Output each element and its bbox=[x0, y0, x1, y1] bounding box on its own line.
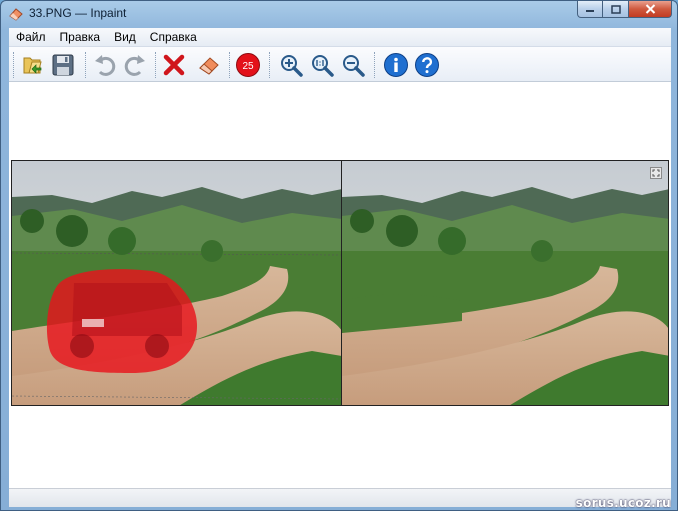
zoom-out-icon bbox=[343, 55, 365, 77]
red-x-icon bbox=[163, 54, 185, 76]
toolbar: 25 bbox=[9, 46, 671, 82]
eraser-icon bbox=[199, 57, 219, 75]
info-icon bbox=[384, 53, 408, 77]
help-button[interactable] bbox=[413, 51, 441, 79]
app-window: 33.PNG — Inpaint Файл Правка Вид Справка bbox=[0, 0, 678, 511]
close-button[interactable] bbox=[629, 1, 672, 18]
info-button[interactable] bbox=[382, 51, 410, 79]
result-image[interactable] bbox=[341, 160, 669, 406]
redo-button[interactable] bbox=[121, 51, 149, 79]
original-image[interactable] bbox=[11, 160, 341, 406]
menu-file[interactable]: Файл bbox=[9, 30, 53, 44]
canvas-area[interactable] bbox=[9, 82, 671, 488]
landscape-photo-original bbox=[12, 161, 341, 405]
redo-arrow-icon bbox=[124, 55, 145, 76]
fullscreen-icon[interactable] bbox=[650, 167, 662, 179]
brush-size-label: 25 bbox=[242, 61, 254, 72]
zoom-in-button[interactable] bbox=[277, 51, 305, 79]
title-bar[interactable]: 33.PNG — Inpaint bbox=[1, 1, 677, 27]
menu-edit[interactable]: Правка bbox=[53, 30, 108, 44]
floppy-disk-icon bbox=[52, 54, 74, 76]
landscape-photo-result bbox=[342, 161, 668, 405]
zoom-out-button[interactable] bbox=[339, 51, 367, 79]
minimize-button[interactable] bbox=[577, 1, 603, 18]
toolbar-separator bbox=[229, 52, 230, 78]
help-icon bbox=[415, 53, 439, 77]
close-icon bbox=[645, 4, 655, 14]
maximize-button[interactable] bbox=[603, 1, 629, 18]
maximize-icon bbox=[610, 4, 621, 14]
toolbar-separator bbox=[374, 52, 375, 78]
zoom-in-icon bbox=[281, 55, 303, 77]
minimize-icon bbox=[586, 10, 594, 12]
brush-size-button[interactable]: 25 bbox=[234, 51, 262, 79]
window-title: 33.PNG — Inpaint bbox=[29, 6, 127, 20]
watermark-text: sorus.ucoz.ru bbox=[575, 496, 671, 510]
clear-selection-button[interactable] bbox=[160, 51, 188, 79]
window-controls bbox=[577, 1, 672, 19]
menu-bar: Файл Правка Вид Справка bbox=[9, 28, 671, 46]
eraser-app-icon bbox=[9, 8, 23, 21]
toolbar-separator bbox=[155, 52, 156, 78]
zoom-1to1-icon bbox=[312, 55, 334, 77]
toolbar-separator bbox=[269, 52, 270, 78]
undo-button[interactable] bbox=[91, 51, 119, 79]
status-bar bbox=[9, 488, 671, 507]
zoom-actual-button[interactable] bbox=[308, 51, 336, 79]
toolbar-separator bbox=[13, 52, 14, 78]
folder-open-icon bbox=[23, 57, 42, 74]
red-circle-icon: 25 bbox=[236, 53, 260, 77]
menu-view[interactable]: Вид bbox=[107, 30, 143, 44]
undo-arrow-icon bbox=[95, 55, 116, 76]
open-file-button[interactable] bbox=[19, 51, 47, 79]
eraser-button[interactable] bbox=[195, 51, 223, 79]
toolbar-separator bbox=[85, 52, 86, 78]
menu-help[interactable]: Справка bbox=[143, 30, 204, 44]
save-button[interactable] bbox=[49, 51, 77, 79]
